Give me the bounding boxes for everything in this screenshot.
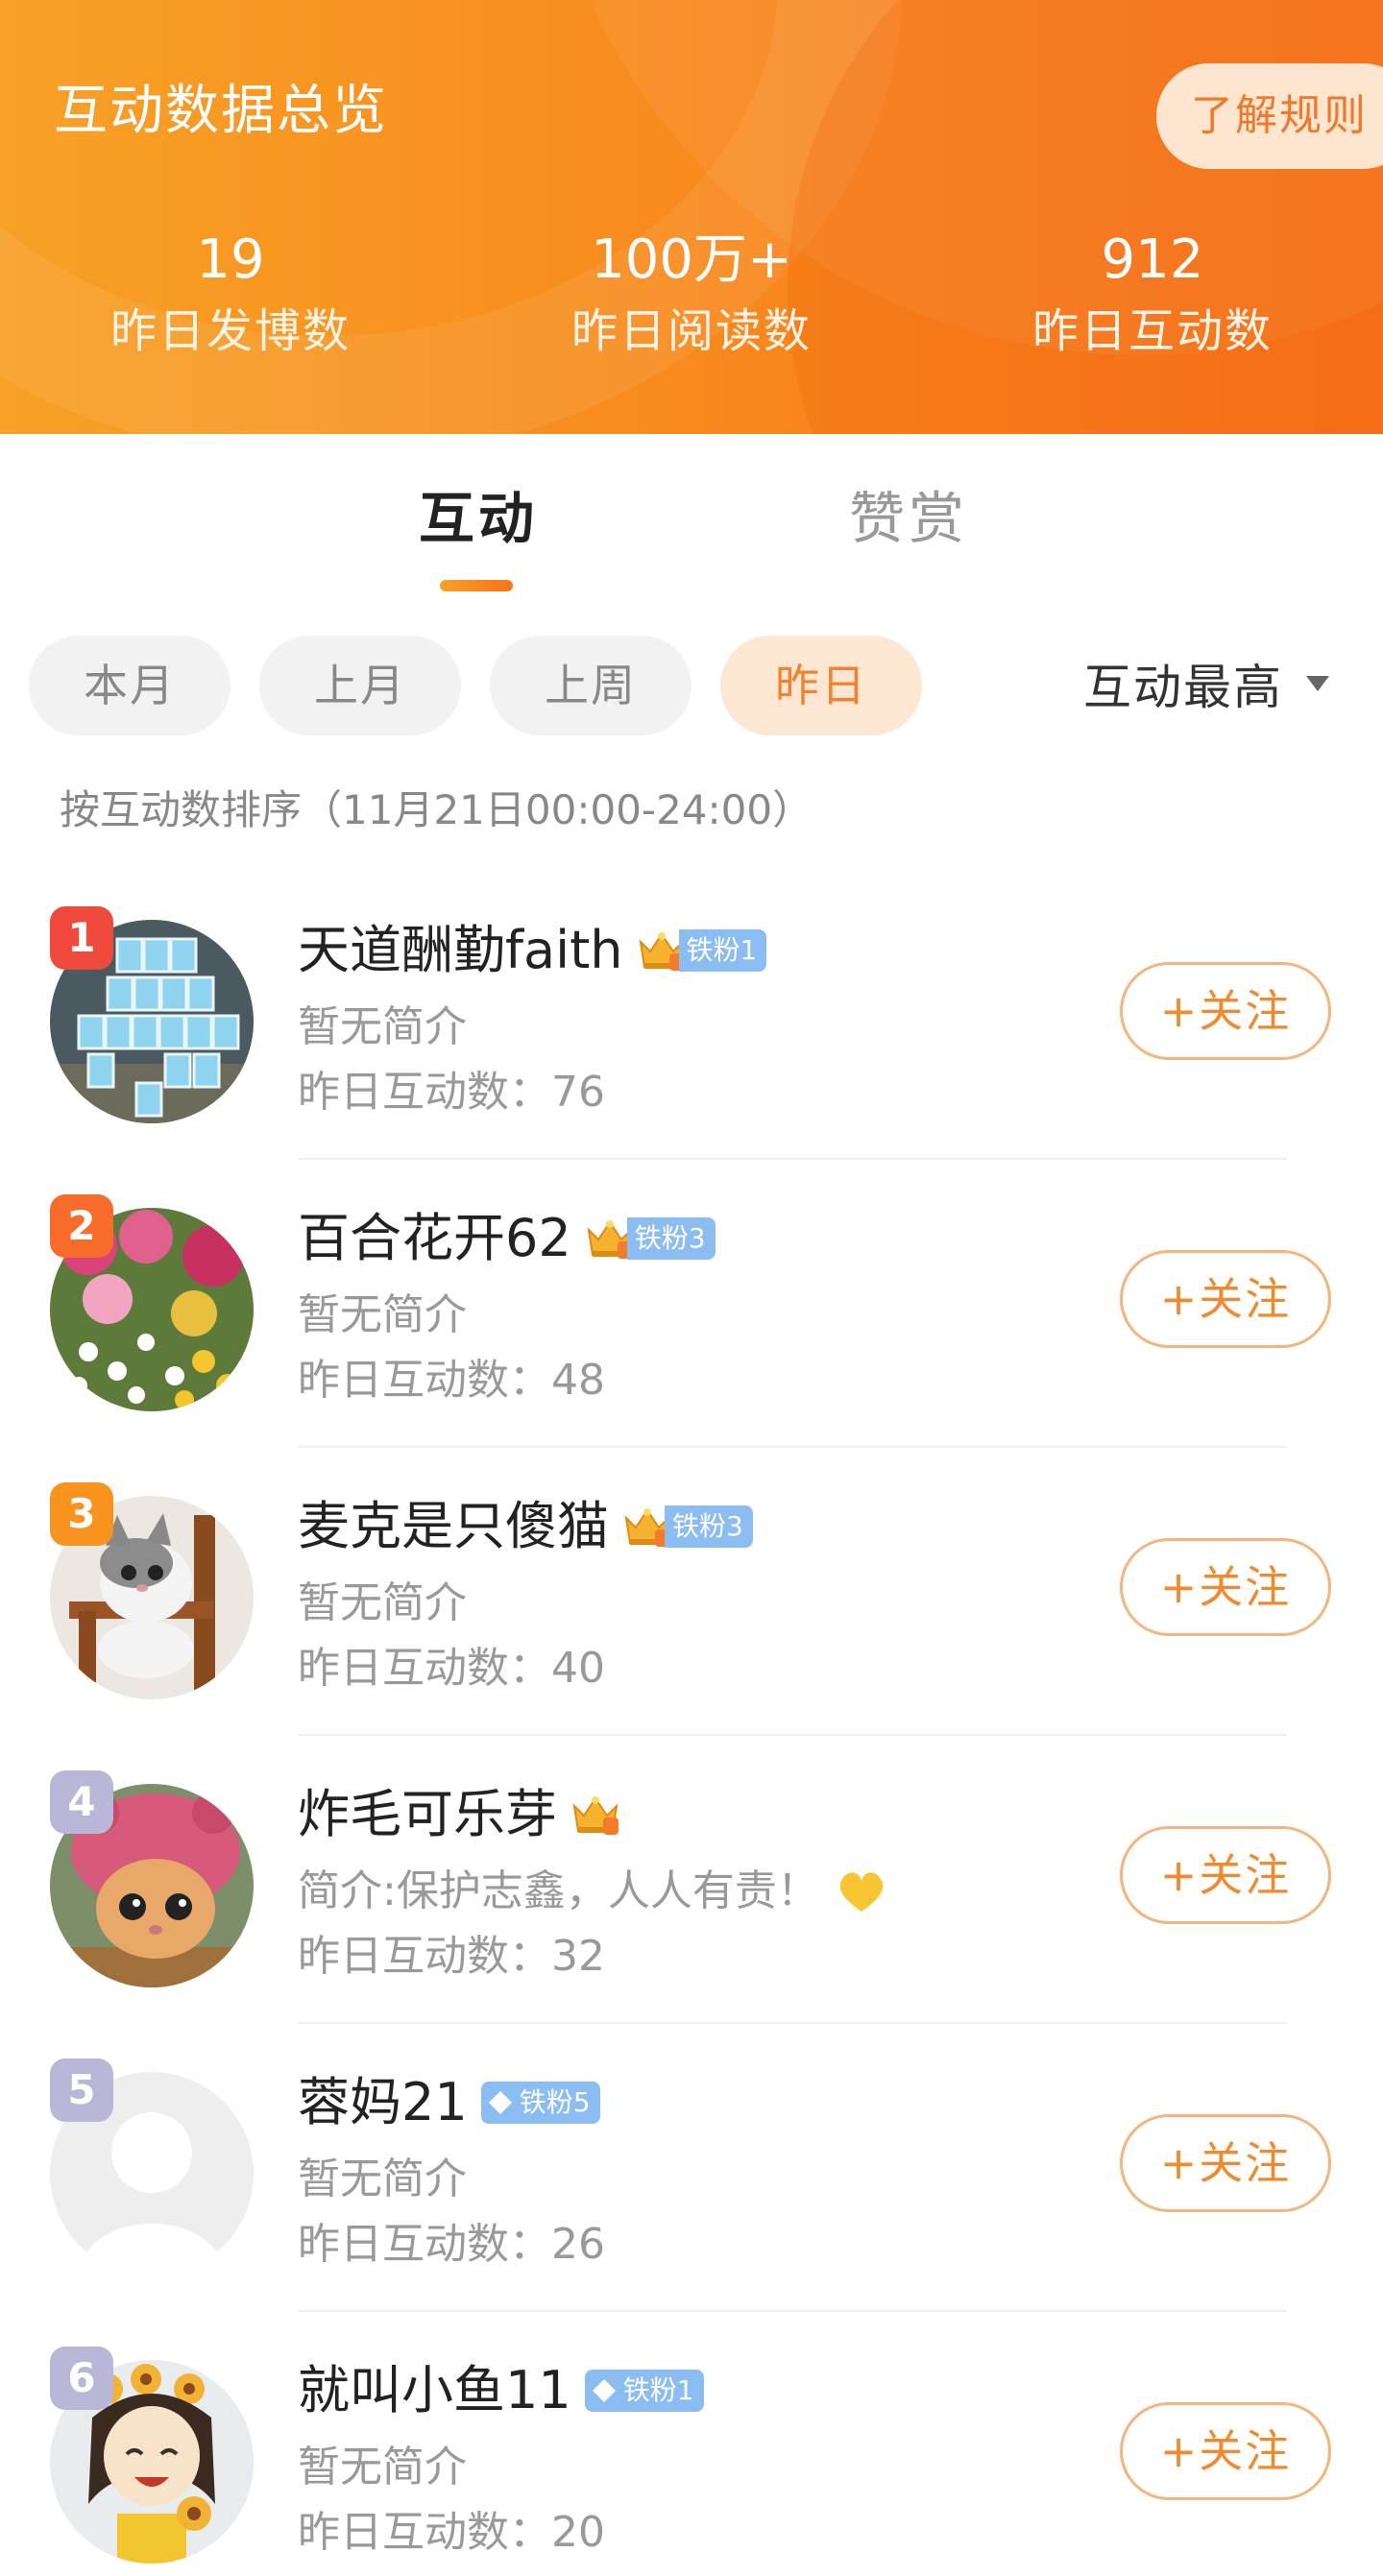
fan-badge — [570, 1793, 620, 1837]
follow-button[interactable]: +关注 — [1120, 2114, 1331, 2212]
stat-interactions: 912 昨日互动数 — [951, 227, 1354, 361]
rank-badge: 1 — [50, 906, 113, 970]
stat-value: 19 — [196, 229, 265, 291]
bio-text: 暂无简介 — [298, 2155, 467, 2203]
bio-text: 暂无简介 — [298, 2443, 467, 2492]
stat-label: 昨日阅读数 — [570, 304, 812, 358]
name-row: 就叫小鱼11 铁粉1 — [298, 2354, 704, 2427]
stat-reads: 100万+ 昨日阅读数 — [490, 227, 893, 361]
user-bio: 暂无简介 — [298, 1285, 467, 1346]
name-row: 麦克是只傻猫 铁粉3 — [298, 1490, 753, 1563]
chevron-down-icon[interactable] — [1306, 676, 1329, 691]
filter-last-week[interactable]: 上周 — [490, 636, 692, 735]
rank-badge: 6 — [50, 2347, 113, 2410]
list-item[interactable]: 6 就叫小鱼11 铁粉1 暂无简介昨日互动数：20 +关注 — [0, 2312, 1383, 2576]
overview-header: 互动数据总览 了解规则 19 昨日发博数 100万+ 昨日阅读数 912 昨日互… — [0, 0, 1383, 434]
fan-badge: 铁粉1 — [584, 2370, 704, 2412]
rank-badge: 5 — [50, 2058, 113, 2122]
user-name[interactable]: 蓉妈21 — [298, 2066, 468, 2139]
filter-this-month[interactable]: 本月 — [29, 636, 230, 735]
name-row: 百合花开62 铁粉3 — [298, 1202, 716, 1275]
stat-value: 912 — [1101, 229, 1204, 291]
list-item[interactable]: 3 麦克是只傻猫 铁粉3 暂无简介昨日互动数：40 +关注 — [0, 1448, 1383, 1736]
user-bio: 简介:保护志鑫，人人有责！ — [298, 1861, 886, 1922]
stat-label: 昨日发博数 — [109, 304, 351, 358]
user-bio: 暂无简介 — [298, 2437, 467, 2498]
user-name[interactable]: 就叫小鱼11 — [298, 2354, 571, 2427]
fan-badge: 铁粉3 — [622, 1505, 753, 1549]
fan-level-tag: 铁粉1 — [678, 929, 767, 972]
list-item[interactable]: 4 炸毛可乐芽简介:保护志鑫，人人有责！ 昨日互动数：32 +关注 — [0, 1736, 1383, 2024]
follow-button[interactable]: +关注 — [1120, 1826, 1331, 1924]
rules-button[interactable]: 了解规则 — [1156, 63, 1383, 169]
fan-badge: 铁粉5 — [480, 2082, 600, 2124]
rank-badge: 4 — [50, 1770, 113, 1834]
list-item[interactable]: 1 天道酬勤faith 铁粉1 暂无简介昨日互动数：76 +关注 — [0, 872, 1383, 1160]
interaction-count: 昨日互动数：20 — [298, 2508, 605, 2557]
diamond-icon — [488, 2091, 512, 2114]
crown-icon — [572, 1796, 619, 1835]
stat-posts: 19 昨日发博数 — [29, 227, 432, 361]
stat-value: 100万+ — [591, 229, 792, 291]
user-name[interactable]: 百合花开62 — [298, 1202, 571, 1275]
tab-active-indicator — [440, 580, 513, 591]
tab-interaction[interactable]: 互动 — [419, 480, 538, 557]
name-row: 蓉妈21 铁粉5 — [298, 2066, 600, 2139]
diamond-icon — [592, 2379, 616, 2402]
user-name[interactable]: 炸毛可乐芽 — [298, 1778, 557, 1851]
list-item[interactable]: 2 百合花开62 铁粉3 暂无简介昨日互动数：48 +关注 — [0, 1160, 1383, 1448]
list-item[interactable]: 5 蓉妈21 铁粉5 暂无简介昨日互动数：26 +关注 — [0, 2024, 1383, 2312]
tab-reward[interactable]: 赞赏 — [849, 480, 968, 557]
name-row: 炸毛可乐芽 — [298, 1778, 620, 1851]
fan-badge: 铁粉3 — [585, 1216, 716, 1261]
bio-text: 简介:保护志鑫，人人有责！ — [298, 1866, 819, 1915]
bio-text: 暂无简介 — [298, 1578, 467, 1627]
bio-text: 暂无简介 — [298, 1002, 467, 1051]
follow-button[interactable]: +关注 — [1120, 2402, 1331, 2500]
user-bio: 暂无简介 — [298, 2149, 467, 2210]
user-bio: 暂无简介 — [298, 997, 467, 1058]
interaction-count: 昨日互动数：40 — [298, 1644, 605, 1693]
interaction-count: 昨日互动数：48 — [298, 1356, 605, 1405]
follow-button[interactable]: +关注 — [1120, 1250, 1331, 1348]
name-row: 天道酬勤faith 铁粉1 — [298, 914, 767, 987]
interaction-count: 昨日互动数：76 — [298, 1068, 605, 1117]
fan-level-tag: 铁粉3 — [665, 1505, 753, 1548]
user-bio: 暂无简介 — [298, 1573, 467, 1634]
fan-level-tag: 铁粉1 — [584, 2370, 704, 2412]
fan-level-text: 铁粉1 — [622, 2374, 694, 2406]
user-name[interactable]: 麦克是只傻猫 — [298, 1490, 609, 1563]
user-name[interactable]: 天道酬勤faith — [298, 914, 623, 987]
sort-description: 按互动数排序（11月21日00:00-24:00） — [60, 786, 813, 833]
rank-badge: 2 — [50, 1194, 113, 1258]
fan-badge: 铁粉1 — [637, 928, 767, 973]
fan-level-tag: 铁粉3 — [626, 1217, 716, 1260]
filter-yesterday[interactable]: 昨日 — [720, 636, 922, 735]
sort-dropdown[interactable]: 互动最高 — [1083, 651, 1283, 724]
yellow-heart-icon — [839, 1872, 884, 1912]
stat-label: 昨日互动数 — [1031, 304, 1273, 358]
page-title: 互动数据总览 — [54, 80, 388, 142]
interaction-count: 昨日互动数：26 — [298, 2220, 605, 2269]
follow-button[interactable]: +关注 — [1120, 1538, 1331, 1636]
filter-last-month[interactable]: 上月 — [259, 636, 461, 735]
interaction-count: 昨日互动数：32 — [298, 1932, 605, 1981]
bio-text: 暂无简介 — [298, 1290, 467, 1339]
rank-badge: 3 — [50, 1482, 113, 1546]
fan-level-text: 铁粉5 — [519, 2086, 591, 2118]
follow-button[interactable]: +关注 — [1120, 962, 1331, 1060]
fan-level-tag: 铁粉5 — [480, 2082, 600, 2124]
